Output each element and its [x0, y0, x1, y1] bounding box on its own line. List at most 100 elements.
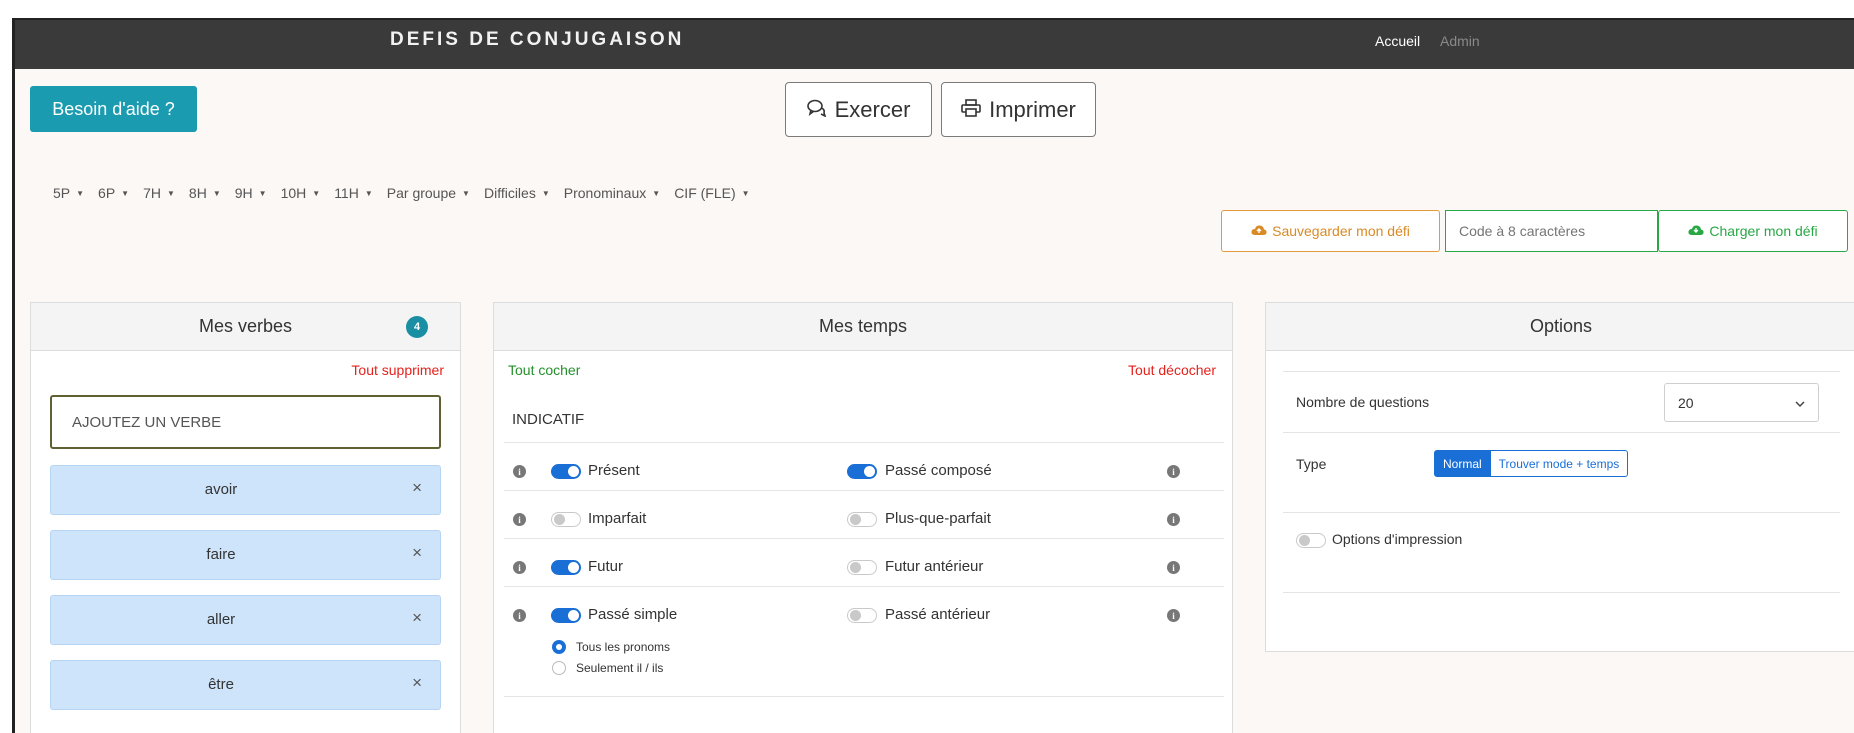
- level-dropdown[interactable]: Pronominaux ▼: [564, 185, 660, 201]
- verb-chip-label: aller: [206, 611, 236, 628]
- info-icon[interactable]: i: [1167, 561, 1180, 574]
- verb-chip-label: faire: [206, 546, 236, 563]
- remove-verb-icon[interactable]: ×: [412, 608, 422, 628]
- divider: [1283, 432, 1840, 433]
- info-icon[interactable]: i: [1167, 609, 1180, 622]
- printer-icon: [961, 97, 981, 123]
- chevron-down-icon: [1795, 395, 1805, 411]
- verbs-card-header: Mes verbes 4: [31, 303, 460, 351]
- remove-verb-icon[interactable]: ×: [412, 478, 422, 498]
- divider: [504, 586, 1224, 587]
- app-frame: DEFIS DE CONJUGAISON Accueil Admin Besoi…: [12, 18, 1854, 733]
- tenses-card-title: Mes temps: [818, 316, 908, 336]
- caret-down-icon: ▼: [167, 188, 175, 198]
- tense-toggle-passe-compose[interactable]: [847, 464, 877, 479]
- imprimer-label: Imprimer: [989, 96, 1076, 122]
- caret-down-icon: ▼: [462, 188, 470, 198]
- verb-chip: faire ×: [50, 530, 441, 580]
- add-verb-input[interactable]: AJOUTEZ UN VERBE: [50, 395, 441, 449]
- help-button[interactable]: Besoin d'aide ?: [30, 86, 197, 132]
- questions-count-select[interactable]: 20: [1664, 383, 1819, 422]
- tense-toggle-futur[interactable]: [551, 560, 581, 575]
- app-title: DEFIS DE CONJUGAISON: [390, 29, 685, 50]
- load-challenge-button[interactable]: Charger mon défi: [1658, 210, 1848, 252]
- questions-count-label: Nombre de questions: [1296, 394, 1430, 410]
- verb-chip: être ×: [50, 660, 441, 710]
- tense-toggle-passe-simple[interactable]: [551, 608, 581, 623]
- info-icon[interactable]: i: [513, 465, 526, 478]
- uncheck-all-link[interactable]: Tout décocher: [1128, 362, 1216, 378]
- pronoun-option-label: Seulement il / ils: [576, 661, 664, 675]
- info-icon[interactable]: i: [1167, 513, 1180, 526]
- tense-toggle-passe-anterieur[interactable]: [847, 608, 877, 623]
- level-dropdown[interactable]: Par groupe ▼: [387, 185, 470, 201]
- tense-label: Passé composé: [885, 462, 992, 479]
- imprimer-button[interactable]: Imprimer: [941, 82, 1096, 137]
- tense-toggle-present[interactable]: [551, 464, 581, 479]
- nav-link-admin[interactable]: Admin: [1440, 33, 1480, 49]
- info-icon[interactable]: i: [513, 513, 526, 526]
- clear-all-verbs-link[interactable]: Tout supprimer: [351, 362, 444, 378]
- save-challenge-button[interactable]: Sauvegarder mon défi: [1221, 210, 1440, 252]
- tenses-card-header: Mes temps: [494, 303, 1232, 351]
- tense-toggle-futur-anterieur[interactable]: [847, 560, 877, 575]
- pronoun-option-label: Tous les pronoms: [576, 640, 671, 654]
- tenses-card: Mes temps Tout cocher Tout décocher INDI…: [493, 302, 1233, 733]
- type-option-mode-temps[interactable]: Trouver mode + temps: [1490, 450, 1629, 477]
- info-icon[interactable]: i: [1167, 465, 1180, 478]
- caret-down-icon: ▼: [741, 188, 750, 198]
- print-options-toggle[interactable]: [1296, 533, 1326, 548]
- level-dropdown[interactable]: CIF (FLE) ▼: [674, 185, 749, 201]
- caret-down-icon: ▼: [121, 188, 130, 198]
- type-label: Type: [1296, 456, 1327, 472]
- challenge-code-input[interactable]: [1445, 210, 1658, 252]
- tense-label: Imparfait: [588, 510, 647, 527]
- verbs-card-title: Mes verbes: [198, 316, 293, 336]
- verb-count-badge: 4: [406, 316, 428, 338]
- exercer-label: Exercer: [834, 96, 911, 122]
- caret-down-icon: ▼: [652, 188, 661, 198]
- level-dropdown[interactable]: 9H ▼: [235, 185, 267, 201]
- nav-link-accueil[interactable]: Accueil: [1375, 33, 1420, 49]
- exercer-button[interactable]: Exercer: [785, 82, 932, 137]
- navbar: DEFIS DE CONJUGAISON Accueil Admin: [15, 20, 1854, 69]
- level-dropdown[interactable]: 5P ▼: [53, 185, 84, 201]
- level-dropdown[interactable]: 11H ▼: [334, 185, 373, 201]
- level-dropdown[interactable]: 6P ▼: [98, 185, 129, 201]
- tense-label: Passé simple: [588, 606, 678, 623]
- tense-toggle-plus-que-parfait[interactable]: [847, 512, 877, 527]
- verbs-card: Mes verbes 4 Tout supprimer AJOUTEZ UN V…: [30, 302, 461, 733]
- verb-chip-label: avoir: [204, 481, 238, 498]
- divider: [504, 442, 1224, 443]
- tense-label: Plus-que-parfait: [885, 510, 991, 527]
- remove-verb-icon[interactable]: ×: [412, 673, 422, 693]
- info-icon[interactable]: i: [513, 561, 526, 574]
- chat-icon: [806, 97, 827, 123]
- level-dropdown[interactable]: 7H ▼: [143, 185, 175, 201]
- level-dropdown[interactable]: 8H ▼: [189, 185, 221, 201]
- type-option-normal[interactable]: Normal: [1434, 450, 1491, 477]
- caret-down-icon: ▼: [212, 188, 221, 198]
- verb-chip-label: être: [208, 676, 234, 693]
- options-card-title: Options: [1529, 316, 1593, 336]
- type-selector: Normal Trouver mode + temps: [1434, 450, 1629, 477]
- options-card-header: Options: [1266, 303, 1854, 351]
- tense-label: Futur antérieur: [885, 558, 984, 575]
- level-dropdown[interactable]: 10H ▼: [281, 185, 321, 201]
- divider: [1283, 371, 1840, 372]
- pronoun-radio-il-ils[interactable]: [552, 661, 566, 675]
- check-all-link[interactable]: Tout cocher: [508, 362, 580, 378]
- info-icon[interactable]: i: [513, 609, 526, 622]
- divider: [504, 696, 1224, 697]
- mode-heading: INDICATIF: [512, 411, 585, 428]
- cloud-download-icon: [1688, 223, 1704, 239]
- options-card: Options Nombre de questions 20 Type Norm…: [1265, 302, 1854, 652]
- remove-verb-icon[interactable]: ×: [412, 543, 422, 563]
- save-challenge-label: Sauvegarder mon défi: [1272, 223, 1410, 239]
- verb-chip: avoir ×: [50, 465, 441, 515]
- tense-toggle-imparfait[interactable]: [551, 512, 581, 527]
- level-dropdown[interactable]: Difficiles ▼: [484, 185, 550, 201]
- load-challenge-label: Charger mon défi: [1709, 223, 1818, 239]
- divider: [504, 490, 1224, 491]
- pronoun-radio-all[interactable]: [552, 640, 566, 654]
